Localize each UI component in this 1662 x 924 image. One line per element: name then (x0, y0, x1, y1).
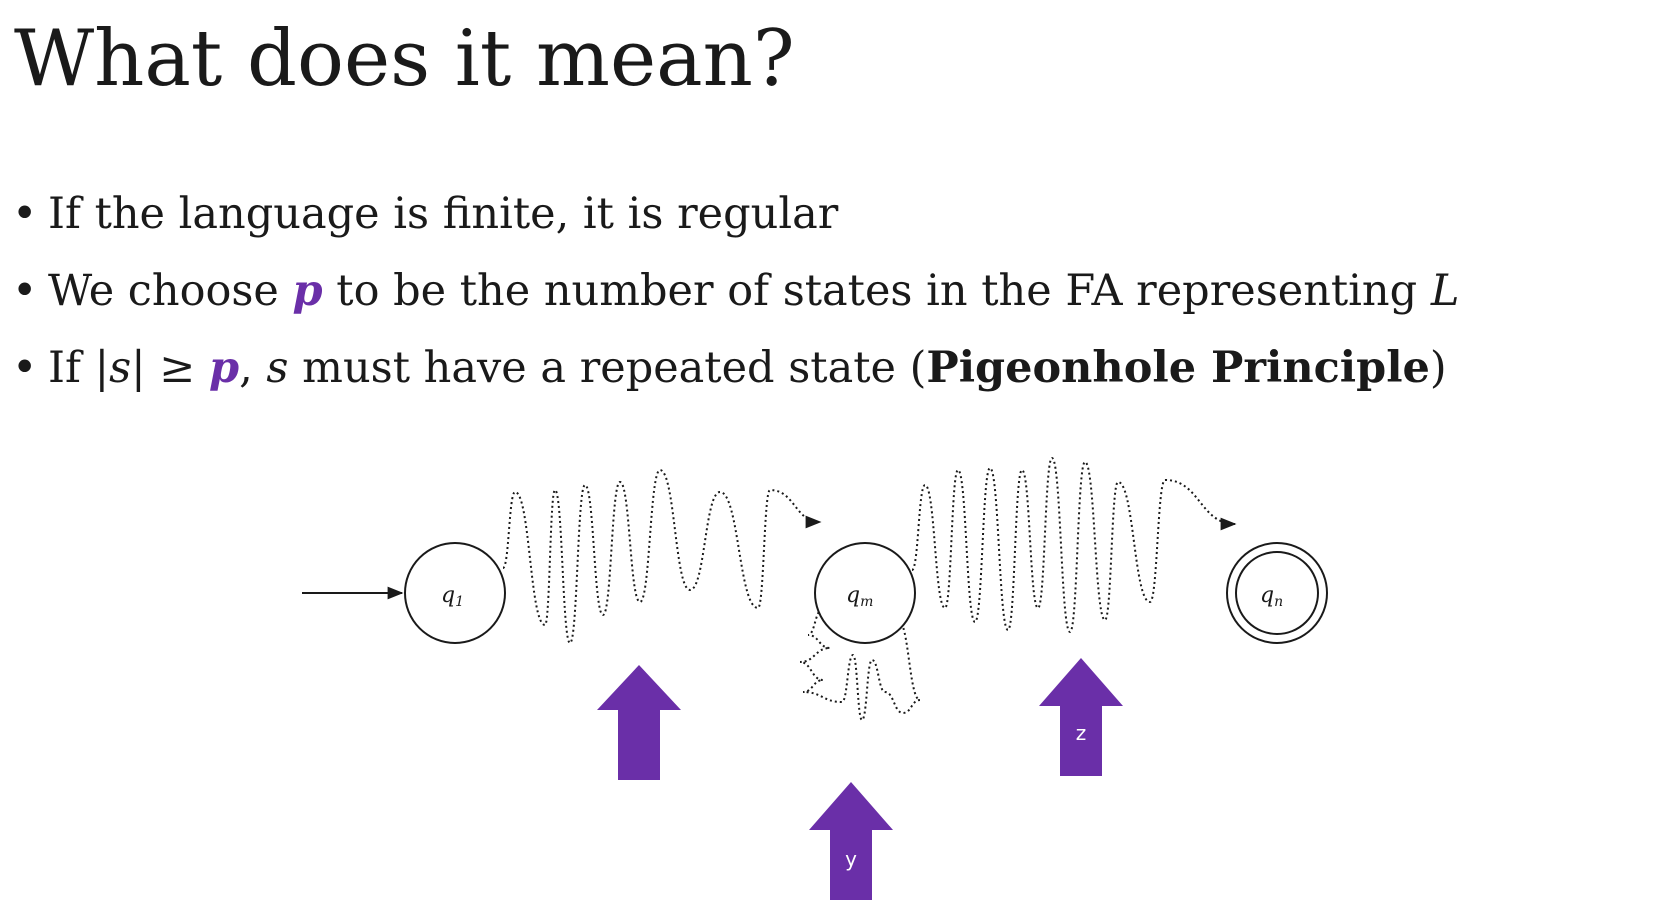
bullet-choose-p: We choose p to be the number of states i… (12, 253, 1459, 330)
string-s: s (109, 343, 132, 393)
bullet-list: If the language is finite, it is regular… (12, 176, 1459, 407)
variable-p: p (209, 343, 240, 393)
bullet-2-mid: to be the number of states in the FA rep… (322, 266, 1431, 316)
bullet-2-pre: We choose (48, 266, 293, 316)
bullet-3-mid2: , (239, 343, 267, 393)
state-qm-circle (814, 542, 916, 644)
bullet-finite-regular: If the language is finite, it is regular (12, 176, 1459, 253)
arrow-z: z (1039, 658, 1123, 776)
automaton-diagram: q1 qm qn x y z (302, 456, 1328, 900)
bullet-3-post: ) (1429, 343, 1447, 393)
arrow-z-label: z (1076, 721, 1087, 745)
arrow-y-shape (809, 782, 893, 900)
bullet-3-pre: If | (48, 343, 110, 393)
bullet-3-mid1: | ≥ (131, 343, 209, 393)
state-qm: qm (814, 542, 916, 644)
arrow-x-shape (597, 665, 681, 780)
language-l: L (1430, 266, 1460, 316)
bullet-pigeonhole: If |s| ≥ p, s must have a repeated state… (12, 330, 1459, 407)
arrow-y: y (809, 782, 893, 900)
arrow-z-shape (1039, 658, 1123, 776)
slide-title: What does it mean? (14, 14, 795, 104)
state-qn: qn (1226, 542, 1328, 644)
arrow-x-label: x (633, 776, 645, 800)
pigeonhole-principle: Pigeonhole Principle (926, 343, 1430, 393)
arrow-x: x (597, 665, 681, 800)
path-x-transition (502, 468, 822, 645)
state-qn-outer-circle (1226, 542, 1328, 644)
state-q1: q1 (404, 542, 506, 644)
arrow-y-label: y (845, 847, 857, 871)
bullet-1-text: If the language is finite, it is regular (48, 189, 839, 239)
bullet-3-mid3: must have a repeated state ( (288, 343, 927, 393)
string-s: s (266, 343, 289, 393)
path-z-transition (911, 456, 1237, 634)
variable-p: p (292, 266, 323, 316)
